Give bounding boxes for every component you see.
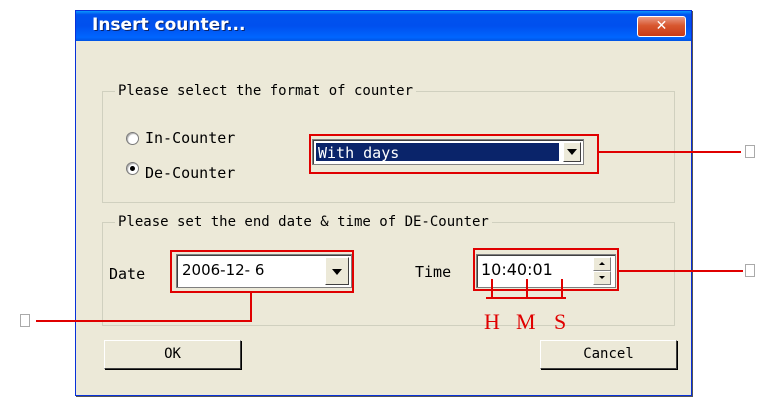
hour-label: H bbox=[484, 309, 500, 334]
minute-label: M bbox=[516, 309, 536, 334]
minute-tick bbox=[526, 279, 528, 299]
format-callout-box bbox=[745, 145, 755, 158]
hms-connector bbox=[486, 297, 566, 299]
format-select-highlight bbox=[309, 134, 599, 174]
close-button[interactable]: ✕ bbox=[637, 16, 686, 37]
time-input-highlight bbox=[473, 248, 619, 291]
de-counter-label[interactable]: De-Counter bbox=[145, 164, 235, 182]
time-callout-box bbox=[745, 264, 755, 277]
insert-counter-dialog: Insert counter... ✕ Please select the fo… bbox=[75, 10, 692, 396]
cancel-button[interactable]: Cancel bbox=[540, 340, 677, 369]
close-icon: ✕ bbox=[655, 18, 668, 34]
ok-button[interactable]: OK bbox=[104, 340, 241, 369]
dialog-title: Insert counter... bbox=[92, 15, 246, 35]
end-datetime-group-label: Please set the end date & time of DE-Cou… bbox=[115, 213, 492, 231]
de-counter-radio[interactable] bbox=[126, 162, 139, 175]
in-counter-label[interactable]: In-Counter bbox=[145, 129, 235, 147]
date-label: Date bbox=[109, 265, 146, 283]
title-bar[interactable]: Insert counter... ✕ bbox=[76, 11, 691, 41]
date-callout-box bbox=[20, 314, 30, 327]
date-picker-highlight bbox=[170, 250, 354, 293]
second-label: S bbox=[554, 309, 567, 334]
format-group-label: Please select the format of counter bbox=[115, 82, 417, 100]
time-label: Time bbox=[415, 263, 452, 281]
time-callout-line bbox=[619, 270, 743, 272]
date-callout-line-v bbox=[250, 293, 252, 322]
second-tick bbox=[561, 279, 563, 299]
format-callout-line bbox=[599, 151, 741, 153]
hour-tick bbox=[491, 279, 493, 299]
date-callout-line-h bbox=[36, 320, 252, 322]
in-counter-radio[interactable] bbox=[126, 132, 139, 145]
radio-selected-dot bbox=[130, 166, 135, 171]
